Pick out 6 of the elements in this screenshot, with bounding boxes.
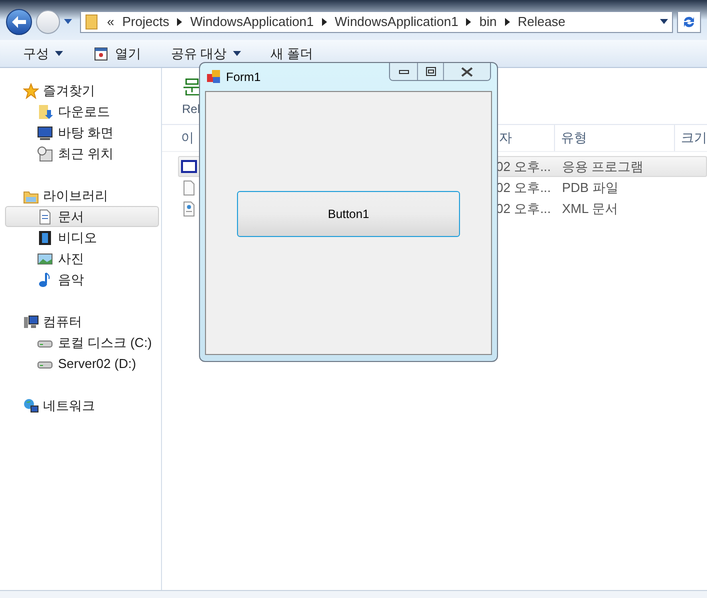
- type-cell-text: 응용 프로그램: [562, 158, 644, 176]
- form-title: Form1: [226, 69, 261, 86]
- library-subtitle: Rel: [182, 101, 200, 118]
- type-cell-text: XML 문서: [562, 200, 618, 218]
- type-cell-text: PDB 파일: [562, 178, 618, 197]
- library-heading: 문: [182, 75, 202, 100]
